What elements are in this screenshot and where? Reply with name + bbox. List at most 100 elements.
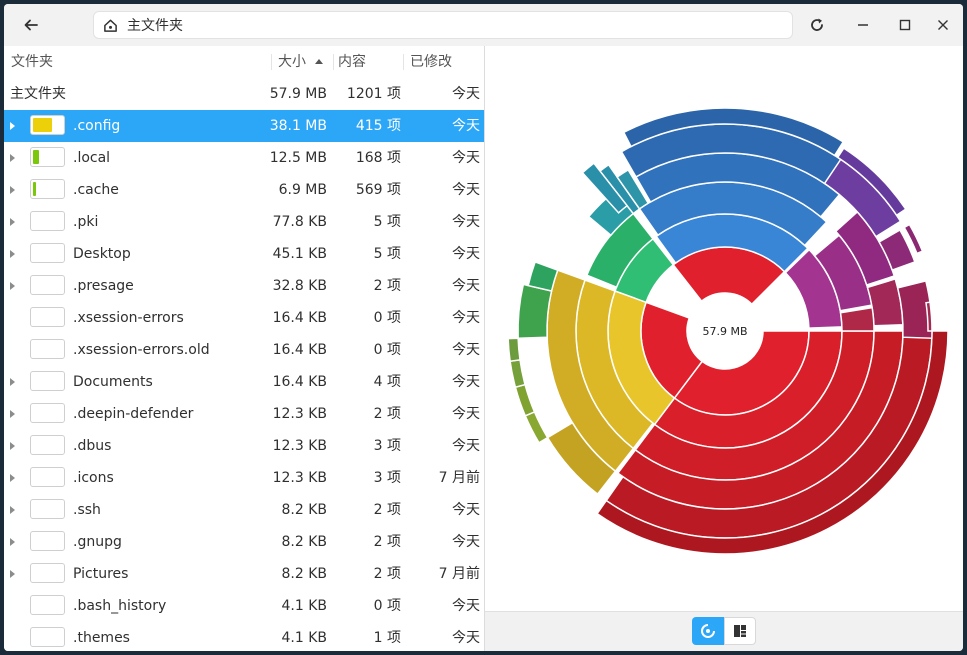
expand-arrow-icon[interactable] [10, 378, 15, 386]
expand-arrow-icon[interactable] [10, 538, 15, 546]
close-button[interactable] [930, 12, 956, 38]
size-bar [30, 403, 65, 423]
expand-arrow-icon[interactable] [10, 570, 15, 578]
size-bar [30, 499, 65, 519]
folder-size: 32.8 KB [272, 278, 327, 294]
folder-name: .xsession-errors [73, 310, 184, 326]
maximize-icon [899, 19, 911, 31]
expand-arrow-icon[interactable] [10, 282, 15, 290]
folder-name: .presage [73, 278, 134, 294]
folder-modified: 今天 [452, 246, 480, 262]
folder-size: 16.4 KB [272, 342, 327, 358]
size-bar-fill [33, 150, 40, 164]
folder-name: .pki [73, 214, 99, 230]
root-count: 1201 项 [346, 86, 401, 102]
size-bar [30, 339, 65, 359]
root-size: 57.9 MB [269, 86, 327, 102]
column-modified[interactable]: 已修改 [410, 46, 452, 78]
folder-row[interactable]: .themes 4.1 KB 1 项 今天 [4, 622, 484, 651]
folder-name: .xsession-errors.old [73, 342, 210, 358]
size-bar [30, 211, 65, 231]
expand-arrow-icon[interactable] [10, 154, 15, 162]
folder-modified: 今天 [452, 374, 480, 390]
sunburst-segment[interactable] [524, 410, 549, 444]
folder-size: 77.8 KB [272, 214, 327, 230]
folder-modified: 今天 [452, 278, 480, 294]
folder-name: Pictures [73, 566, 129, 582]
folder-row[interactable]: .cache 6.9 MB 569 项 今天 [4, 174, 484, 206]
folder-item-count: 2 项 [373, 406, 401, 422]
folder-row[interactable]: .local 12.5 MB 168 项 今天 [4, 142, 484, 174]
folder-row[interactable]: .config 38.1 MB 415 项 今天 [4, 110, 484, 142]
home-icon [103, 17, 119, 33]
sunburst-segment[interactable] [517, 283, 553, 339]
folder-name: .dbus [73, 438, 112, 454]
refresh-icon [811, 18, 823, 31]
folder-item-count: 0 项 [373, 310, 401, 326]
location-bar[interactable]: 主文件夹 [93, 11, 793, 39]
folder-modified: 今天 [452, 438, 480, 454]
sunburst-segment[interactable] [509, 358, 526, 389]
folder-row[interactable]: .bash_history 4.1 KB 0 项 今天 [4, 590, 484, 622]
folder-modified: 今天 [452, 502, 480, 518]
sunburst-segment[interactable] [507, 337, 521, 363]
folder-item-count: 0 项 [373, 598, 401, 614]
disk-usage-window: 主文件夹 文件夹 大小 内容 已修改 主文件夹 57.9 MB 1201 项 今… [4, 4, 963, 651]
column-count[interactable]: 内容 [338, 46, 366, 78]
folder-row[interactable]: .xsession-errors 16.4 KB 0 项 今天 [4, 302, 484, 334]
size-bar [30, 275, 65, 295]
folder-size: 4.1 KB [281, 630, 328, 646]
total-size-label: 57.9 MB [702, 325, 747, 338]
column-name[interactable]: 文件夹 [11, 46, 53, 78]
expand-arrow-icon[interactable] [10, 250, 15, 258]
folder-row[interactable]: Documents 16.4 KB 4 项 今天 [4, 366, 484, 398]
size-bar [30, 627, 65, 647]
sunburst-segment[interactable] [527, 260, 559, 292]
folder-size: 4.1 KB [281, 598, 328, 614]
folder-row[interactable]: .ssh 8.2 KB 2 项 今天 [4, 494, 484, 526]
sunburst-chart[interactable]: 57.9 MB [485, 46, 963, 611]
size-bar [30, 147, 65, 167]
folder-row[interactable]: Desktop 45.1 KB 5 项 今天 [4, 238, 484, 270]
folder-item-count: 0 项 [373, 342, 401, 358]
folder-size: 12.3 KB [272, 438, 327, 454]
folder-row[interactable]: .deepin-defender 12.3 KB 2 项 今天 [4, 398, 484, 430]
expand-arrow-icon[interactable] [10, 218, 15, 226]
maximize-button[interactable] [892, 12, 918, 38]
folder-row[interactable]: Pictures 8.2 KB 2 项 7 月前 [4, 558, 484, 590]
folder-name: .icons [73, 470, 114, 486]
column-divider [271, 54, 272, 70]
folder-row[interactable]: .gnupg 8.2 KB 2 项 今天 [4, 526, 484, 558]
expand-arrow-icon[interactable] [10, 410, 15, 418]
refresh-button[interactable] [804, 12, 830, 38]
folder-row[interactable]: .pki 77.8 KB 5 项 今天 [4, 206, 484, 238]
folder-size: 16.4 KB [272, 374, 327, 390]
folder-row[interactable]: .dbus 12.3 KB 3 项 今天 [4, 430, 484, 462]
root-name: 主文件夹 [10, 86, 66, 102]
folder-name: .cache [73, 182, 119, 198]
folder-size: 16.4 KB [272, 310, 327, 326]
arrow-left-icon [24, 19, 38, 31]
minimize-icon [858, 24, 868, 26]
folder-size: 38.1 MB [269, 118, 327, 134]
expand-arrow-icon[interactable] [10, 506, 15, 514]
expand-arrow-icon[interactable] [10, 122, 15, 130]
minimize-button[interactable] [850, 12, 876, 38]
expand-arrow-icon[interactable] [10, 474, 15, 482]
column-size[interactable]: 大小 [278, 46, 324, 78]
folder-row[interactable]: .presage 32.8 KB 2 项 今天 [4, 270, 484, 302]
sunburst-segment[interactable] [514, 383, 536, 417]
folder-row[interactable]: .icons 12.3 KB 3 项 7 月前 [4, 462, 484, 494]
treemap-view-button[interactable] [724, 617, 756, 645]
ring-chart-view-button[interactable] [692, 617, 724, 645]
folder-name: .bash_history [73, 598, 167, 614]
expand-arrow-icon[interactable] [10, 442, 15, 450]
title-bar: 主文件夹 [4, 4, 963, 46]
folder-name: .deepin-defender [73, 406, 194, 422]
location-path: 主文件夹 [127, 18, 183, 34]
sunburst-segment[interactable] [839, 306, 875, 332]
expand-arrow-icon[interactable] [10, 186, 15, 194]
root-row[interactable]: 主文件夹 57.9 MB 1201 项 今天 [4, 78, 484, 110]
folder-row[interactable]: .xsession-errors.old 16.4 KB 0 项 今天 [4, 334, 484, 366]
back-button[interactable] [16, 13, 46, 37]
